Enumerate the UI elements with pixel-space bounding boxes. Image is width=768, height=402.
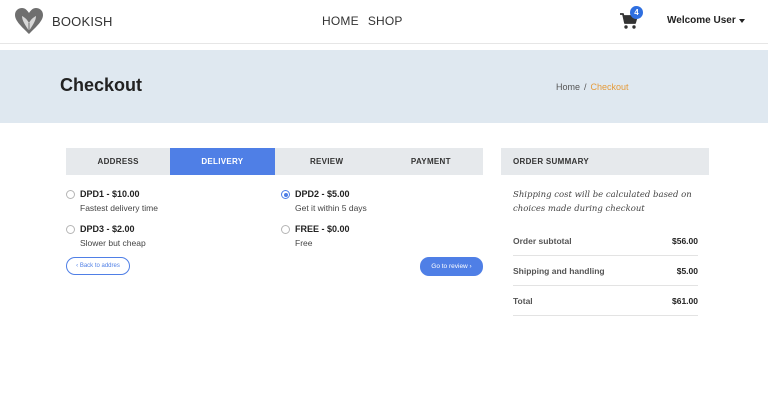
summary-value: $5.00 [676, 265, 698, 276]
page-title: Checkout [60, 75, 143, 95]
option-title: DPD3 - $2.00 [80, 224, 135, 234]
cart-count-badge: 4 [630, 6, 643, 19]
summary-row-total: Total $61.00 [513, 286, 698, 316]
brand-name: BOOKISH [52, 13, 113, 29]
breadcrumb-home[interactable]: Home [556, 82, 580, 92]
delivery-option-dpd1[interactable]: DPD1 - $10.00 Fastest delivery time [66, 189, 158, 213]
top-navbar: BOOKISH HOME SHOP 4 Welcome User [0, 0, 768, 44]
user-menu-label: Welcome User [667, 15, 736, 26]
delivery-option-dpd2[interactable]: DPD2 - $5.00 Get it within 5 days [281, 189, 367, 213]
back-to-address-button[interactable]: ‹ Back to addres [66, 257, 130, 275]
delivery-option-dpd3[interactable]: DPD3 - $2.00 Slower but cheap [66, 224, 146, 248]
summary-value: $61.00 [672, 295, 698, 306]
summary-value: $56.00 [672, 235, 698, 246]
option-title: DPD2 - $5.00 [295, 189, 350, 199]
brand[interactable]: BOOKISH [14, 7, 113, 35]
tab-delivery[interactable]: DELIVERY [170, 148, 275, 175]
summary-row-subtotal: Order subtotal $56.00 [513, 226, 698, 256]
breadcrumb-separator: / [584, 82, 587, 92]
heart-book-logo [15, 8, 43, 34]
option-title: FREE - $0.00 [295, 224, 350, 234]
summary-row-shipping: Shipping and handling $5.00 [513, 256, 698, 286]
breadcrumb: Home / Checkout [556, 82, 629, 92]
delivery-option-free[interactable]: FREE - $0.00 Free [281, 224, 350, 248]
radio-dpd3[interactable] [66, 225, 75, 234]
go-to-review-button[interactable]: Go to review › [420, 257, 483, 276]
main-nav: HOME SHOP [322, 14, 403, 28]
tab-review[interactable]: REVIEW [275, 148, 379, 175]
caret-down-icon [738, 18, 745, 23]
option-description: Fastest delivery time [80, 203, 158, 213]
radio-dpd2[interactable] [281, 190, 290, 199]
tab-payment[interactable]: PAYMENT [379, 148, 483, 175]
option-description: Get it within 5 days [295, 203, 367, 213]
option-description: Slower but cheap [80, 238, 146, 248]
checkout-steps: ADDRESS DELIVERY REVIEW PAYMENT [66, 148, 483, 175]
nav-shop[interactable]: SHOP [368, 14, 403, 28]
nav-home[interactable]: HOME [322, 14, 359, 28]
radio-free[interactable] [281, 225, 290, 234]
option-title: DPD1 - $10.00 [80, 189, 140, 199]
page-header: Checkout Home / Checkout [0, 50, 768, 123]
summary-label: Order subtotal [513, 235, 572, 246]
radio-dpd1[interactable] [66, 190, 75, 199]
option-description: Free [295, 238, 313, 248]
tab-address[interactable]: ADDRESS [66, 148, 170, 175]
summary-label: Shipping and handling [513, 265, 605, 276]
summary-label: Total [513, 295, 533, 306]
user-menu[interactable]: Welcome User [667, 15, 745, 26]
breadcrumb-current: Checkout [590, 82, 629, 92]
order-summary-heading: ORDER SUMMARY [501, 148, 709, 175]
shipping-note: Shipping cost will be calculated based o… [513, 190, 692, 214]
